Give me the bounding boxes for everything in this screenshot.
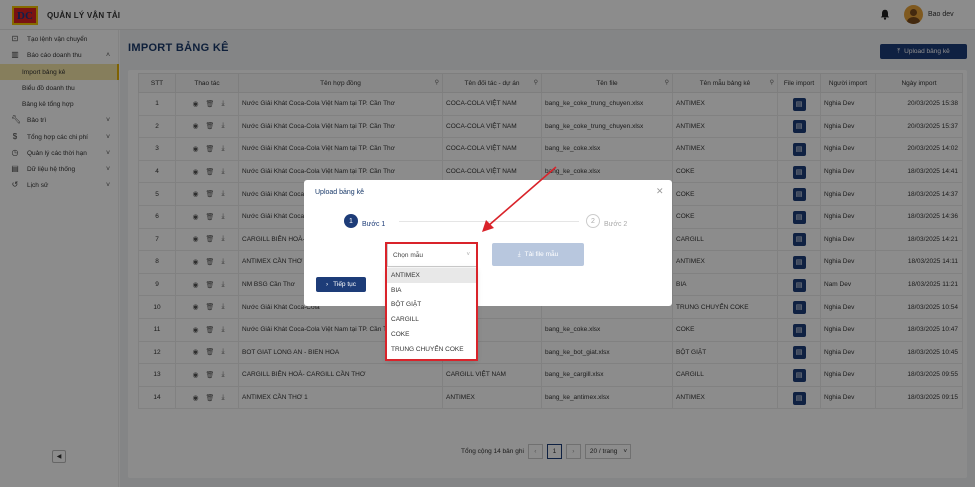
app-root: DC QUẢN LÝ VẬN TẢI Bao dev ⊡ Tạo lệnh vận… (0, 0, 975, 487)
next-button[interactable]: › Tiếp tục (316, 277, 366, 292)
step-2-indicator: 2 (586, 214, 600, 228)
step-1-indicator: 1 (344, 214, 358, 228)
arrow-right-icon: › (325, 281, 329, 288)
step-divider (399, 221, 579, 222)
download-icon: ⤓ (517, 250, 521, 258)
step-2-label: Bước 2 (604, 221, 628, 228)
upload-modal: Upload bảng kê ✕ 1 Bước 1 2 Bước 2 Chọn … (304, 180, 672, 306)
highlight-box (385, 242, 478, 361)
download-template-button[interactable]: ⤓ Tải file mẫu (492, 243, 584, 266)
close-icon[interactable]: ✕ (656, 186, 664, 197)
download-label: Tải file mẫu (524, 251, 559, 258)
modal-title: Upload bảng kê (315, 189, 365, 196)
step-1-label: Bước 1 (362, 221, 386, 228)
next-label: Tiếp tục (333, 281, 357, 288)
